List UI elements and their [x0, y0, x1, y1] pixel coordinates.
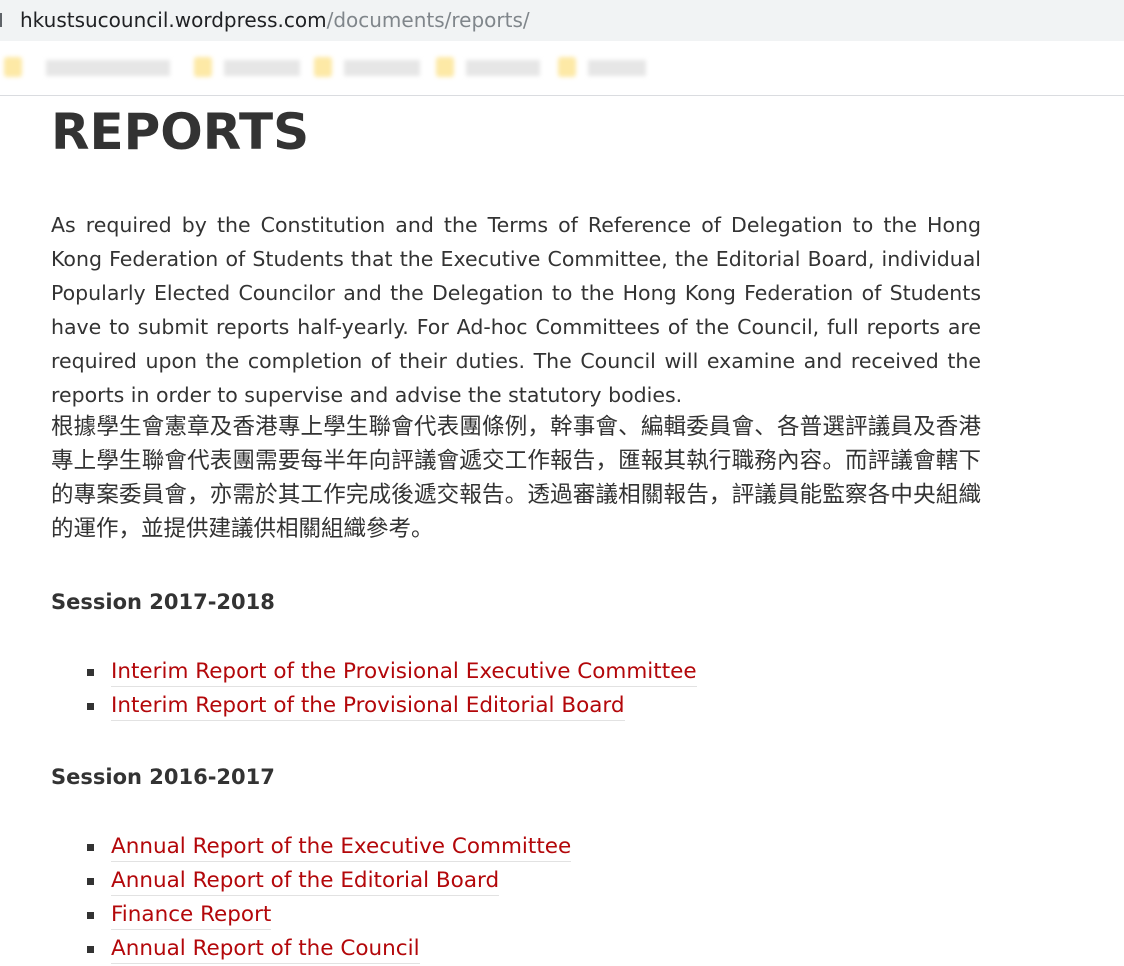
bookmark-label-blurred [46, 60, 170, 76]
bookmark-icon [194, 57, 212, 77]
bookmarks-bar [0, 41, 1124, 96]
report-link[interactable]: Annual Report of the Executive Committee [111, 834, 572, 862]
intro-english: As required by the Constitution and the … [51, 213, 981, 407]
list-item: Finance Report [87, 898, 571, 932]
bullet-icon [87, 669, 94, 676]
list-item: Interim Report of the Provisional Execut… [87, 655, 697, 689]
list-item: Annual Report of the Editorial Board [87, 864, 571, 898]
bookmark-icon [436, 57, 454, 77]
bookmark-icon [558, 57, 576, 77]
report-link[interactable]: Interim Report of the Provisional Editor… [111, 693, 625, 721]
list-item: Annual Report of the Council [87, 932, 571, 966]
session-heading: Session 2017-2018 [51, 590, 275, 614]
url-host: hkustsucouncil.wordpress.com [20, 8, 327, 32]
report-link[interactable]: Annual Report of the Editorial Board [111, 868, 500, 896]
url-text[interactable]: hkustsucouncil.wordpress.com/documents/r… [20, 8, 530, 32]
bullet-icon [87, 912, 94, 919]
report-link[interactable]: Finance Report [111, 902, 272, 930]
bullet-icon [87, 878, 94, 885]
report-list: Interim Report of the Provisional Execut… [87, 655, 697, 723]
report-link[interactable]: Annual Report of the Council [111, 936, 420, 964]
bookmark-label-blurred [344, 60, 420, 76]
report-list: Annual Report of the Executive Committee… [87, 830, 572, 966]
address-bar[interactable]: hkustsucouncil.wordpress.com/documents/r… [0, 0, 1124, 41]
bullet-icon [87, 844, 94, 851]
session-heading: Session 2016-2017 [51, 765, 275, 789]
list-item: Annual Report of the Executive Committee [87, 830, 572, 864]
bullet-icon [87, 946, 94, 953]
bullet-icon [87, 703, 94, 710]
site-info-icon[interactable] [0, 13, 2, 27]
bookmark-label-blurred [224, 60, 300, 76]
intro-chinese: 根據學生會憲章及香港專上學生聯會代表團條例，幹事會、編輯委員會、各普選評議員及香… [51, 414, 981, 542]
bookmark-label-blurred [466, 60, 540, 76]
page-title: REPORTS [51, 103, 310, 161]
bookmark-icon [4, 57, 22, 77]
url-path: /documents/reports/ [326, 8, 530, 32]
report-link[interactable]: Interim Report of the Provisional Execut… [111, 659, 697, 687]
bookmark-icon [314, 57, 332, 77]
list-item: Interim Report of the Provisional Editor… [87, 689, 697, 723]
bookmark-label-blurred [588, 60, 646, 76]
